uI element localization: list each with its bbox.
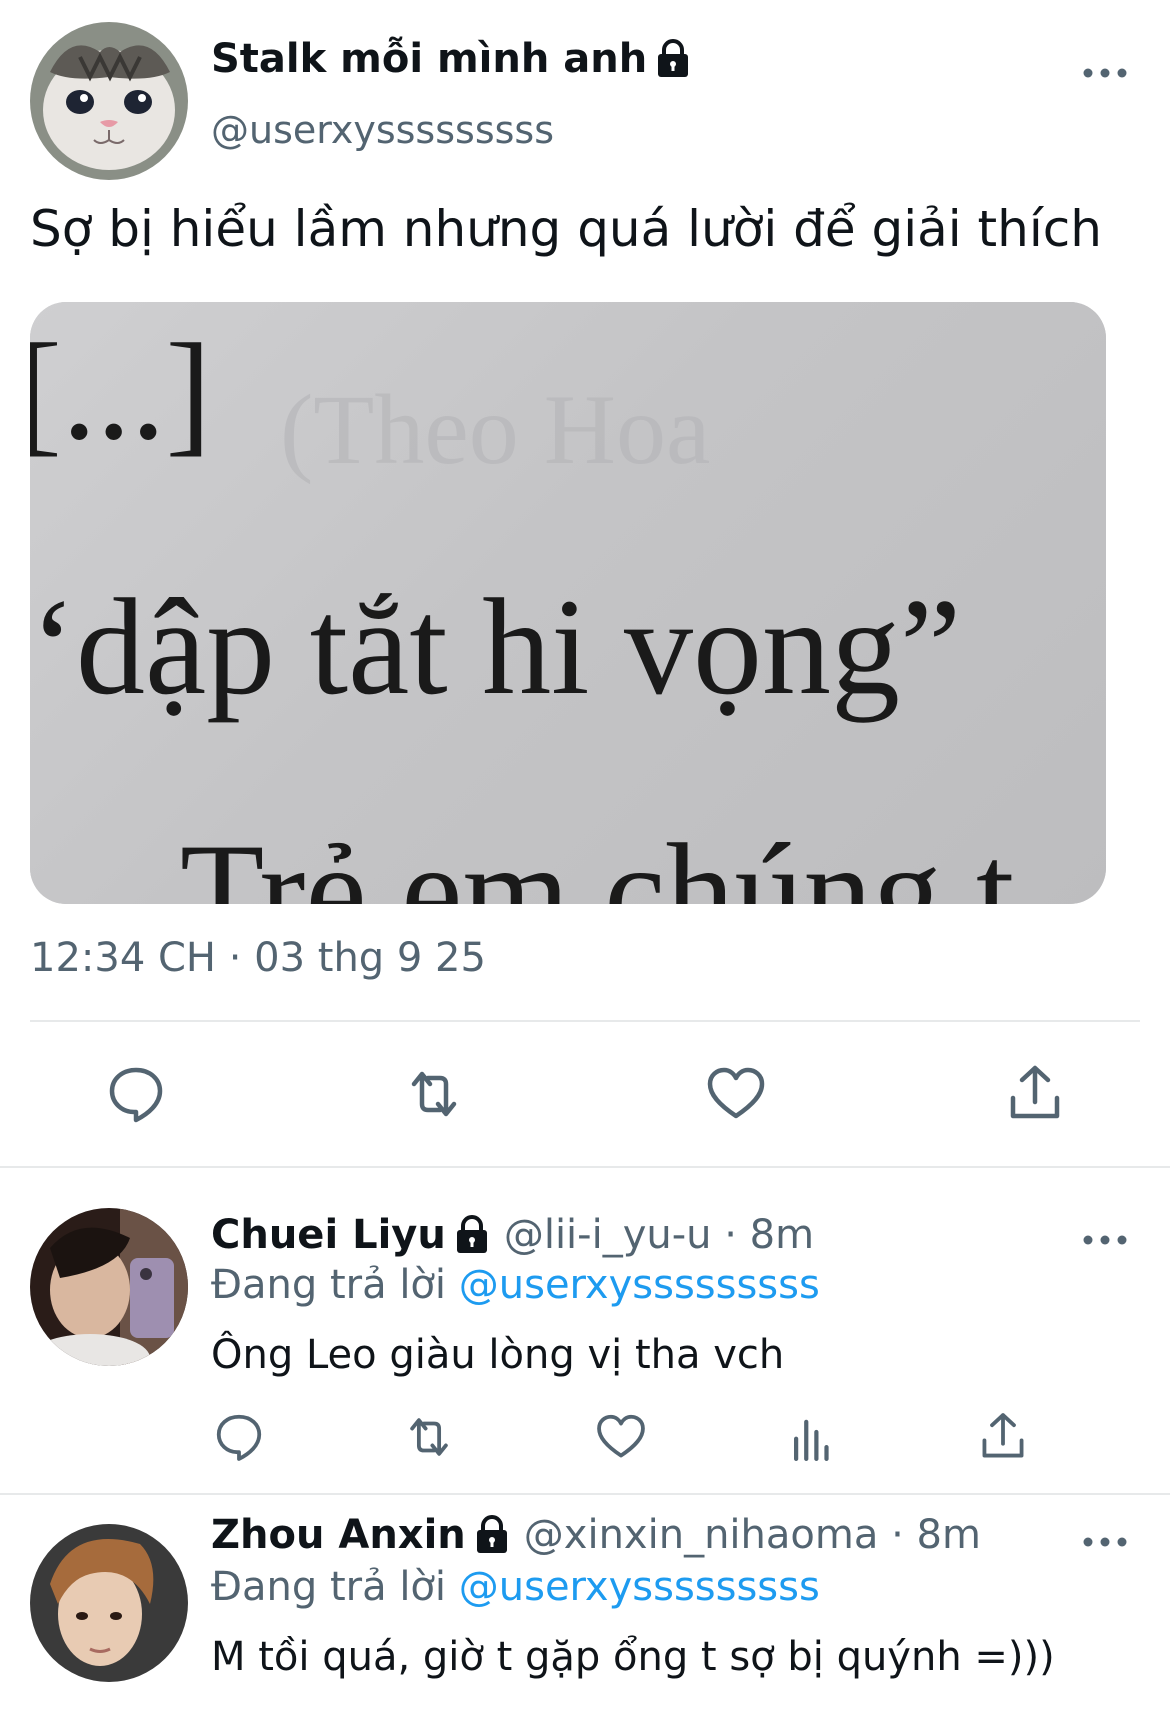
reply-handle-time[interactable]: @lii-i_yu-u · 8m: [504, 1212, 814, 1258]
media-ghost-text: (Theo Hoa: [280, 374, 711, 485]
tweet-text: Sợ bị hiểu lầm nhưng quá lười để giải th…: [30, 200, 1102, 258]
media-text-line2: ‘dập tắt hi vọng”: [30, 570, 962, 723]
media-text-line3: Trẻ em chúng t: [180, 815, 1015, 904]
reply-icon: [109, 1067, 163, 1123]
share-button[interactable]: [976, 1410, 1030, 1464]
reply-tweet[interactable]: Zhou Anxin @xinxin_nihaoma · 8m Đang trả…: [0, 1496, 1170, 1721]
share-icon: [1010, 1065, 1060, 1119]
retweet-icon: [410, 1418, 448, 1456]
views-icon: [794, 1419, 829, 1462]
retweet-icon: [411, 1071, 457, 1117]
reply-divider: [0, 1493, 1170, 1495]
media-text-line1: [...]: [30, 315, 212, 468]
replying-to: Đang trả lời @userxysssssssss: [211, 1262, 820, 1308]
divider: [30, 1020, 1140, 1022]
reply-button[interactable]: [212, 1410, 266, 1464]
replying-to-mention[interactable]: @userxysssssssss: [459, 1262, 820, 1308]
cat-avatar-image: [30, 22, 188, 180]
person-avatar-image: [30, 1524, 188, 1682]
person-avatar-image: [30, 1208, 188, 1366]
retweet-button[interactable]: [402, 1410, 456, 1464]
more-options-icon[interactable]: [1080, 63, 1130, 83]
tweet-timestamp[interactable]: 12:34 CH · 03 thg 9 25: [30, 935, 486, 981]
replying-to-prefix: Đang trả lời: [211, 1564, 447, 1610]
reply-header: Chuei Liyu @lii-i_yu-u · 8m: [211, 1212, 814, 1258]
reply-tweet[interactable]: Chuei Liyu @lii-i_yu-u · 8m Đang trả lời…: [0, 1168, 1170, 1492]
like-button[interactable]: [704, 1062, 768, 1126]
replying-to: Đang trả lời @userxysssssssss: [211, 1564, 820, 1610]
display-name[interactable]: Stalk mỗi mình anh: [211, 36, 691, 82]
user-avatar[interactable]: [30, 22, 188, 180]
reply-text: M tồi quá, giờ t gặp ổng t sợ bị quýnh =…: [211, 1634, 1055, 1680]
replying-to-prefix: Đang trả lời: [211, 1262, 447, 1308]
reply-handle-time[interactable]: @xinxin_nihaoma · 8m: [524, 1512, 981, 1558]
reply-display-name[interactable]: Zhou Anxin: [211, 1512, 466, 1558]
replying-to-mention[interactable]: @userxysssssssss: [459, 1564, 820, 1610]
user-handle[interactable]: @userxysssssssss: [211, 108, 554, 152]
reply-avatar[interactable]: [30, 1208, 188, 1366]
share-button[interactable]: [1003, 1062, 1067, 1126]
reply-icon: [216, 1414, 262, 1461]
retweet-button[interactable]: [402, 1062, 466, 1126]
more-options-icon[interactable]: [1080, 1532, 1130, 1552]
main-tweet: Stalk mỗi mình anh @userxysssssssss Sợ b…: [0, 0, 1170, 1168]
reply-button[interactable]: [104, 1062, 168, 1126]
like-button[interactable]: [594, 1410, 648, 1464]
like-icon: [597, 1414, 645, 1458]
more-options-icon[interactable]: [1080, 1230, 1130, 1250]
views-button[interactable]: [786, 1410, 840, 1464]
protected-lock-icon: [456, 1215, 487, 1253]
like-icon: [707, 1067, 765, 1119]
protected-lock-icon: [658, 39, 689, 77]
reply-display-name[interactable]: Chuei Liyu: [211, 1212, 446, 1258]
display-name-text: Stalk mỗi mình anh: [211, 36, 648, 82]
reply-text: Ông Leo giàu lòng vị tha vch: [211, 1332, 785, 1378]
reply-avatar[interactable]: [30, 1524, 188, 1682]
reply-header: Zhou Anxin @xinxin_nihaoma · 8m: [211, 1512, 981, 1558]
share-icon: [982, 1413, 1024, 1458]
protected-lock-icon: [476, 1515, 507, 1553]
tweet-media[interactable]: (Theo Hoa [...] ‘dập tắt hi vọng” Trẻ em…: [30, 302, 1106, 904]
